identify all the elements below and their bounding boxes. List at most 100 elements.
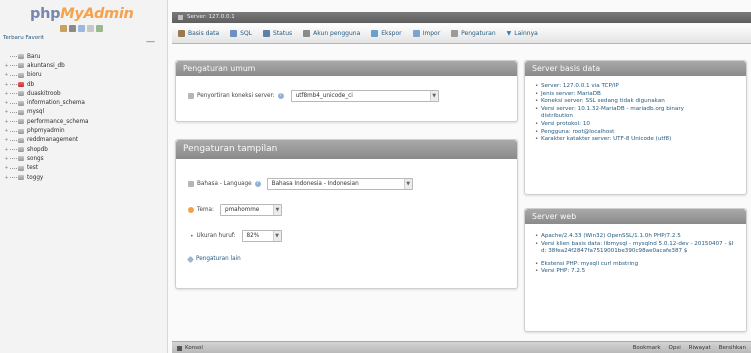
collation-select[interactable]: utf8mb4_unicode_ci ▼ [290,90,439,102]
docs-icon[interactable] [78,25,85,32]
menu-settings[interactable]: Pengaturan [451,30,496,37]
db-item[interactable]: + reddmanagement [3,136,163,145]
expand-icon[interactable]: + [3,72,10,78]
panel-title: Server web [525,209,746,224]
export-icon [371,30,379,37]
theme-icon [188,207,194,213]
wrench-icon [186,255,195,263]
menu-sql[interactable]: SQL [230,30,252,37]
breadcrumb-server[interactable]: Server: 127.0.0.1 [187,14,235,20]
recent-favorites-tabs[interactable]: Terbaru Favorit [3,35,44,41]
db-item[interactable]: + test [3,164,163,173]
home-icon[interactable] [60,25,67,32]
web-server-panel: Server web Apache/2.4.33 (Win32) OpenSSL… [524,208,747,332]
menu-import[interactable]: Impor [412,30,441,37]
list-item: Versi klien basis data: libmysql - mysql… [535,241,735,256]
console-clear-link[interactable]: Bersihkan [719,345,746,351]
list-item: Koneksi server: SSL sedang tidak digunak… [535,98,685,106]
panel-title: Server basis data [525,61,746,76]
chevron-down-icon: ▼ [429,91,438,101]
expand-icon[interactable]: + [3,100,10,106]
list-item: Karakter katakter server: UTF-8 Unicode … [535,136,685,144]
database-icon [18,72,24,78]
console-bar[interactable]: Konsol Bookmark Opsi Riwayat Bersihkan [172,341,751,353]
expand-icon[interactable]: + [3,128,10,134]
tree-connector [10,111,17,113]
expand-icon[interactable]: + [3,165,10,171]
reload-icon[interactable] [96,25,103,32]
menu-more[interactable]: ▼ Lainnya [507,30,538,37]
tree-connector [10,139,17,141]
tree-connector [10,56,17,58]
expand-icon[interactable]: + [3,91,10,97]
expand-icon[interactable]: + [3,82,10,88]
phpmyadmin-logo[interactable]: phpMyAdmin [30,6,134,24]
chevron-down-icon: ▼ [272,205,281,215]
db-item[interactable]: + songs [3,154,163,163]
settings-icon[interactable] [87,25,94,32]
db-item[interactable]: + bioru [3,71,163,80]
db-item[interactable]: + performance_schema [3,117,163,126]
console-options-link[interactable]: Opsi [669,345,681,351]
sql-icon [230,30,238,37]
more-icon: ▼ [506,30,512,37]
help-icon[interactable]: ? [254,181,261,187]
db-item-selected[interactable]: + db [3,80,163,89]
expand-icon[interactable]: + [3,156,10,162]
menu-label: Status [273,30,293,37]
database-icon [18,147,24,153]
list-item: Apache/2.4.33 (Win32) OpenSSL/1.1.0h PHP… [535,233,725,241]
more-settings-link[interactable]: Pengaturan lain [196,256,241,262]
db-label: db [27,81,35,88]
db-item[interactable]: + toggy [3,173,163,182]
user-accounts-icon [303,30,311,37]
db-label: performance_schema [27,118,89,125]
db-label: bioru [27,72,42,79]
navigation-panel: phpMyAdmin Terbaru Favorit — Baru + akun… [0,0,168,353]
db-item-new[interactable]: Baru [3,52,163,61]
tree-connector [10,74,17,76]
list-item: Jenis server: MariaDB [535,91,685,99]
db-item[interactable]: + shopdb [3,145,163,154]
collapse-icon[interactable]: — [146,38,155,47]
panel-title: Pengaturan tampilan [176,140,517,159]
db-item[interactable]: + mysql [3,108,163,117]
console-toggle[interactable]: Konsol [177,345,203,351]
expand-icon[interactable]: + [3,119,10,125]
status-icon [263,30,271,37]
db-label: test [27,165,38,172]
theme-select[interactable]: pmahomme ▼ [219,204,282,216]
db-item[interactable]: + akuntansi_db [3,61,163,70]
db-item[interactable]: + information_schema [3,98,163,107]
db-label: mysql [27,109,45,116]
database-icon [18,175,24,180]
tree-line-icon [3,54,10,60]
menu-status[interactable]: Status [263,30,292,37]
menu-export[interactable]: Ekspor [371,30,402,37]
console-history-link[interactable]: Riwayat [689,345,711,351]
list-item: Versi server: 10.1.32-MariaDB - mariadb.… [535,106,685,121]
help-icon[interactable]: ? [277,93,284,99]
menu-user-accounts[interactable]: Akun pengguna [303,30,360,37]
tree-connector [10,121,17,123]
console-bookmarks-link[interactable]: Bookmark [633,345,661,351]
menu-databases[interactable]: Basis data [178,30,219,37]
db-label: akuntansi_db [27,62,65,69]
appearance-settings-panel: Pengaturan tampilan Bahasa - Language ? … [175,139,518,289]
db-item[interactable]: + phpmyadmin [3,126,163,135]
console-label: Konsol [185,345,203,351]
logout-icon[interactable] [69,25,76,32]
db-item[interactable]: + duaskitroob [3,89,163,98]
expand-icon[interactable]: + [3,109,10,115]
expand-icon[interactable]: + [3,137,10,143]
fontsize-select[interactable]: 82% ▼ [241,230,282,242]
expand-icon[interactable]: + [3,175,10,181]
menu-label: Impor [422,30,441,37]
expand-icon[interactable]: + [3,63,10,69]
expand-icon[interactable]: + [3,147,10,153]
nav-icon-bar [60,25,103,32]
database-icon [18,82,24,88]
language-select[interactable]: Bahasa Indonesia - Indonesian ▼ [266,178,413,190]
database-server-panel: Server basis data Server: 127.0.0.1 via … [524,60,747,195]
theme-row: Tema: pmahomme ▼ [188,204,282,216]
